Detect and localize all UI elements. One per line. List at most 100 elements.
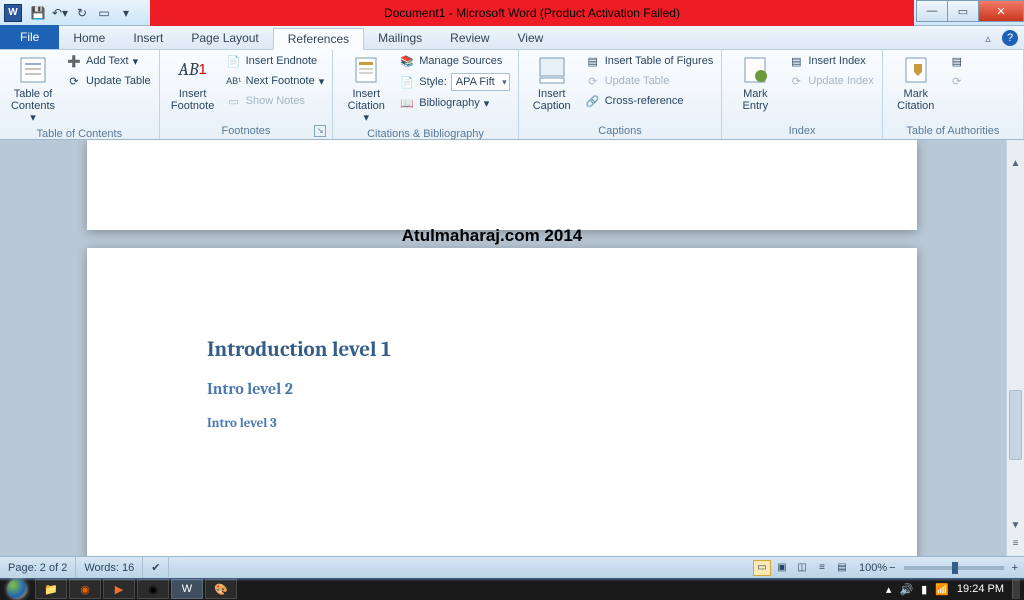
view-full-screen[interactable]: ▣ [773, 560, 791, 576]
mark-entry-icon [739, 54, 771, 86]
watermark-text: Atulmaharaj.com 2014 [0, 226, 984, 246]
update-tof-icon: ⟳ [585, 73, 601, 89]
help-button[interactable]: ? [1002, 30, 1018, 46]
tray-network-icon[interactable]: ▮ [921, 583, 927, 596]
zoom-slider[interactable] [904, 566, 1004, 570]
tab-file[interactable]: File [0, 25, 59, 49]
windows-taskbar: 📁 ◉ ▶ ◉ W 🎨 ▴ 🔊 ▮ 📶 19:24 PM [0, 578, 1024, 600]
toc-label: Table of Contents [11, 88, 55, 112]
group-captions: Insert Caption ▤Insert Table of Figures … [519, 50, 723, 139]
view-print-layout[interactable]: ▭ [753, 560, 771, 576]
zoom-out-button[interactable]: − [889, 562, 895, 574]
tray-show-hidden-icon[interactable]: ▴ [886, 583, 892, 596]
status-bar: Page: 2 of 2 Words: 16 ✔ ▭ ▣ ◫ ≡ ▤ 100% … [0, 556, 1024, 578]
ribbon: Table of Contents ▾ ➕Add Text ▾ ⟳Update … [0, 50, 1024, 140]
update-toc-button[interactable]: ⟳Update Table [64, 72, 153, 90]
cross-reference-button[interactable]: 🔗Cross-reference [583, 92, 716, 110]
view-web-layout[interactable]: ◫ [793, 560, 811, 576]
save-button[interactable]: 💾 [28, 3, 48, 23]
next-footnote-button[interactable]: AB¹Next Footnote ▾ [224, 72, 327, 90]
tab-view[interactable]: View [504, 27, 558, 49]
minimize-button[interactable]: — [916, 0, 948, 22]
style-icon: 📄 [399, 74, 415, 90]
maximize-button[interactable]: ▭ [947, 0, 979, 22]
update-toa-button: ⟳ [947, 72, 967, 90]
tab-mailings[interactable]: Mailings [364, 27, 436, 49]
start-button[interactable] [0, 578, 34, 600]
vertical-scrollbar[interactable]: ▲ ▼ ≡ ● [1006, 140, 1024, 578]
taskbar-word[interactable]: W [171, 579, 203, 599]
show-notes-icon: ▭ [226, 93, 242, 109]
show-desktop-button[interactable] [1012, 579, 1020, 599]
footnotes-dialog-launcher[interactable]: ↘ [314, 125, 326, 137]
tray-clock[interactable]: 19:24 PM [957, 583, 1004, 595]
redo-button[interactable]: ↻ [72, 3, 92, 23]
tray-signal-icon[interactable]: 📶 [935, 583, 949, 596]
window-title: Document1 - Microsoft Word (Product Acti… [150, 0, 914, 26]
mark-citation-icon [900, 54, 932, 86]
insert-caption-button[interactable]: Insert Caption [525, 52, 579, 114]
add-text-button[interactable]: ➕Add Text ▾ [64, 52, 153, 70]
taskbar-app[interactable]: 🎨 [205, 579, 237, 599]
tray-volume-icon[interactable]: 🔊 [899, 583, 913, 596]
prev-page-icon[interactable]: ≡ [1007, 538, 1024, 556]
tab-home[interactable]: Home [59, 27, 119, 49]
view-outline[interactable]: ≡ [813, 560, 831, 576]
status-words[interactable]: Words: 16 [76, 557, 143, 578]
toa-icon: ▤ [949, 53, 965, 69]
scroll-up-icon[interactable]: ▲ [1007, 158, 1024, 176]
status-proofing[interactable]: ✔ [143, 557, 169, 578]
manage-sources-button[interactable]: 📚Manage Sources [397, 52, 511, 70]
redo-icon: ↻ [77, 6, 87, 20]
tab-page-layout[interactable]: Page Layout [177, 27, 272, 49]
zoom-handle[interactable] [952, 562, 958, 574]
insert-index-button[interactable]: ▤Insert Index [786, 52, 875, 70]
insert-toa-button[interactable]: ▤ [947, 52, 967, 70]
taskbar-mediaplayer[interactable]: ▶ [103, 579, 135, 599]
undo-button[interactable]: ↶▾ [50, 3, 70, 23]
insert-endnote-button[interactable]: 📄Insert Endnote [224, 52, 327, 70]
tab-review[interactable]: Review [436, 27, 503, 49]
show-notes-button: ▭Show Notes [224, 92, 327, 110]
qat-button[interactable]: ▭ [94, 3, 114, 23]
mark-citation-button[interactable]: Mark Citation [889, 52, 943, 114]
taskbar-firefox[interactable]: ◉ [69, 579, 101, 599]
scroll-down-icon[interactable]: ▼ [1007, 520, 1024, 538]
qat-customize[interactable]: ▾ [116, 3, 136, 23]
insert-footnote-button[interactable]: AB1 Insert Footnote [166, 52, 220, 114]
zoom-level[interactable]: 100% [859, 562, 887, 574]
document-area: Atulmaharaj.com 2014 Introduction level … [0, 140, 1024, 578]
tab-insert[interactable]: Insert [119, 27, 177, 49]
word-app-icon: W [4, 4, 22, 22]
status-page[interactable]: Page: 2 of 2 [0, 557, 76, 578]
tof-icon: ▤ [585, 53, 601, 69]
page-2[interactable]: Introduction level 1 Intro level 2 Intro… [87, 248, 917, 578]
page-container[interactable]: Atulmaharaj.com 2014 Introduction level … [0, 140, 1004, 578]
taskbar-chrome[interactable]: ◉ [137, 579, 169, 599]
page-1-bottom[interactable] [87, 140, 917, 230]
style-combo[interactable]: APA Fift [451, 73, 510, 91]
citation-style-select[interactable]: 📄Style: APA Fift [397, 72, 511, 92]
table-of-contents-button[interactable]: Table of Contents ▾ [6, 52, 60, 126]
mark-entry-button[interactable]: Mark Entry [728, 52, 782, 114]
citation-icon [350, 54, 382, 86]
window-controls: — ▭ ✕ [917, 0, 1024, 22]
undo-icon: ↶ [52, 6, 62, 20]
view-draft[interactable]: ▤ [833, 560, 851, 576]
save-icon: 💾 [31, 6, 46, 20]
zoom-in-button[interactable]: + [1012, 562, 1018, 574]
heading-1[interactable]: Introduction level 1 [207, 338, 917, 362]
taskbar-explorer[interactable]: 📁 [35, 579, 67, 599]
tab-references[interactable]: References [273, 28, 364, 50]
minimize-ribbon-button[interactable]: ▵ [980, 30, 996, 46]
scroll-thumb[interactable] [1009, 390, 1022, 460]
insert-tof-button[interactable]: ▤Insert Table of Figures [583, 52, 716, 70]
ribbon-tabs: File Home Insert Page Layout References … [0, 26, 1024, 50]
quick-access-toolbar: 💾 ↶▾ ↻ ▭ ▾ [28, 3, 136, 23]
insert-citation-button[interactable]: Insert Citation ▾ [339, 52, 393, 126]
heading-3[interactable]: Intro level 3 [207, 416, 917, 431]
group-label-toa: Table of Authorities [889, 123, 1017, 139]
heading-2[interactable]: Intro level 2 [207, 380, 917, 398]
close-button[interactable]: ✕ [978, 0, 1024, 22]
bibliography-button[interactable]: 📖Bibliography ▾ [397, 94, 511, 112]
